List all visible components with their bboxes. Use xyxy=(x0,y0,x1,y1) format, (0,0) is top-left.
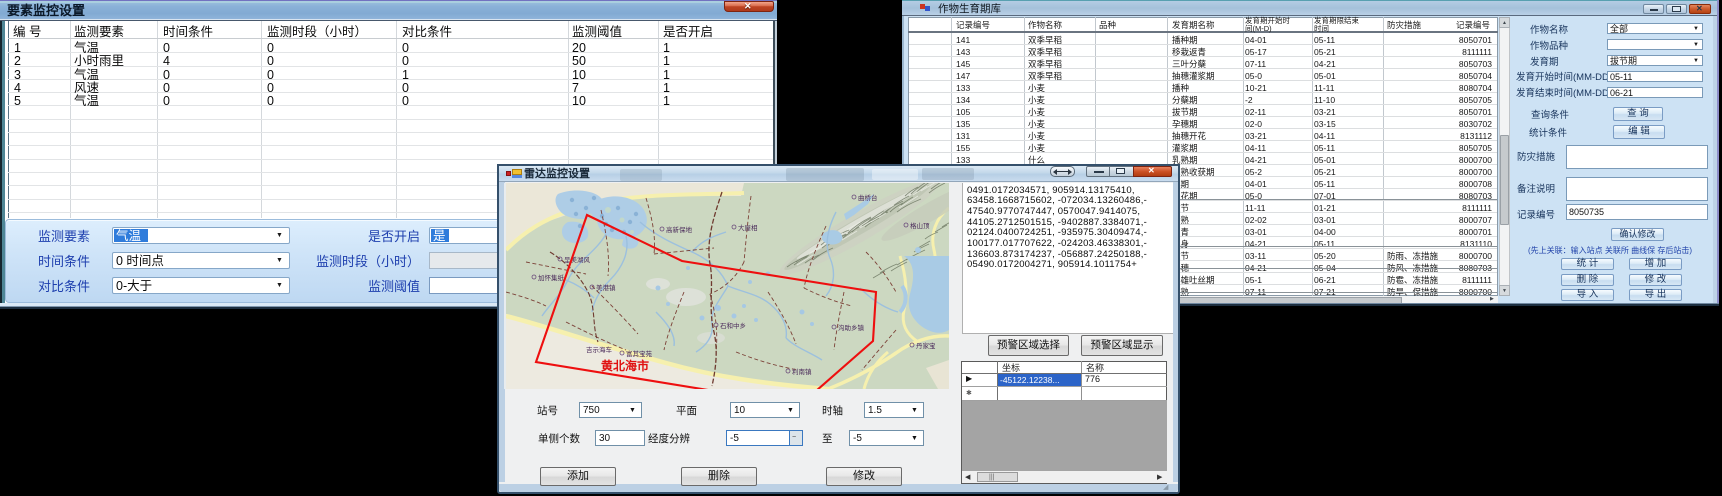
svg-text:大屋相: 大屋相 xyxy=(738,223,758,232)
svg-text:格山顶: 格山顶 xyxy=(910,221,930,230)
svg-text:富其宝苑: 富其宝苑 xyxy=(626,349,653,358)
svg-text:呈美湖风: 呈美湖风 xyxy=(564,255,591,264)
svg-text:高新保地: 高新保地 xyxy=(666,225,693,234)
svg-text:石和中乡: 石和中乡 xyxy=(720,321,746,330)
svg-text:利南镇: 利南镇 xyxy=(792,367,812,376)
svg-text:沟助乡镇: 沟助乡镇 xyxy=(838,323,865,332)
svg-text:吉示海车: 吉示海车 xyxy=(586,345,613,354)
svg-text:美港镇: 美港镇 xyxy=(596,283,616,292)
svg-text:黄北海市: 黄北海市 xyxy=(601,358,649,373)
svg-text:加怀集纸: 加怀集纸 xyxy=(538,273,565,282)
svg-text:丹家宝: 丹家宝 xyxy=(916,341,936,350)
svg-text:曲桥台: 曲桥台 xyxy=(858,193,878,202)
